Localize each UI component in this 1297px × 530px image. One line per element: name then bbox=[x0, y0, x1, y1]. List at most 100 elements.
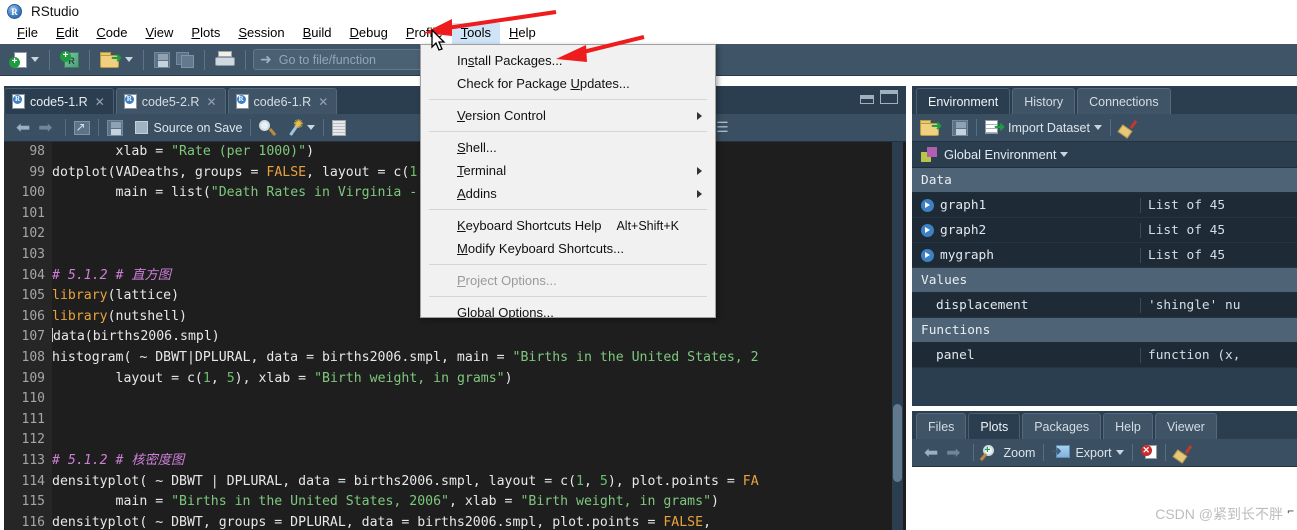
menu-item-check-for-package-updates[interactable]: Check for Package Updates... bbox=[421, 72, 715, 95]
chevron-down-icon[interactable] bbox=[1060, 152, 1069, 157]
zoom-icon[interactable]: + bbox=[979, 444, 998, 461]
code-line[interactable] bbox=[52, 430, 887, 451]
open-file-button[interactable]: ➜ bbox=[97, 48, 136, 72]
menu-plots[interactable]: Plots bbox=[182, 23, 229, 44]
new-project-button[interactable]: R + bbox=[57, 48, 82, 72]
menu-item-addins[interactable]: Addins bbox=[421, 182, 715, 205]
save-icon[interactable] bbox=[106, 119, 123, 136]
menu-file[interactable]: File bbox=[8, 23, 47, 44]
tab-viewer[interactable]: Viewer bbox=[1154, 413, 1217, 439]
close-icon[interactable]: ✕ bbox=[206, 95, 216, 109]
source-tab-code5-2-r[interactable]: code5-2.R ✕ bbox=[115, 88, 226, 114]
import-dataset-label[interactable]: Import Dataset bbox=[1008, 121, 1090, 135]
menu-edit[interactable]: Edit bbox=[47, 23, 87, 44]
environment-row[interactable]: graph2 List of 45 bbox=[912, 218, 1297, 243]
expand-icon[interactable] bbox=[921, 248, 934, 262]
load-workspace-icon[interactable]: ➜ bbox=[920, 119, 942, 136]
menu-build[interactable]: Build bbox=[294, 23, 341, 44]
source-tab-code5-1-r[interactable]: code5-1.R ✕ bbox=[4, 88, 114, 114]
menu-item-label: Install Packages... bbox=[457, 53, 563, 68]
menu-item-terminal[interactable]: Terminal bbox=[421, 159, 715, 182]
menu-debug[interactable]: Debug bbox=[341, 23, 397, 44]
menu-help[interactable]: Help bbox=[500, 23, 545, 44]
toolbar-separator bbox=[1109, 119, 1111, 136]
code-line[interactable]: histogram( ~ DBWT|DPLURAL, data = births… bbox=[52, 348, 887, 369]
code-line[interactable] bbox=[52, 389, 887, 410]
document-outline-icon[interactable]: ☰ bbox=[716, 119, 729, 136]
show-in-new-window-icon[interactable] bbox=[73, 120, 90, 135]
code-tools-icon[interactable]: ✺ bbox=[287, 118, 303, 136]
back-arrow-icon[interactable]: ⬅ bbox=[12, 119, 34, 136]
print-button[interactable] bbox=[212, 48, 238, 72]
environment-row[interactable]: mygraph List of 45 bbox=[912, 243, 1297, 268]
menu-item-modify-keyboard-shortcuts[interactable]: Modify Keyboard Shortcuts... bbox=[421, 237, 715, 260]
close-icon[interactable]: ✕ bbox=[318, 95, 328, 109]
menu-item-keyboard-shortcuts-help[interactable]: Keyboard Shortcuts Help Alt+Shift+K bbox=[421, 214, 715, 237]
save-button[interactable] bbox=[151, 48, 173, 72]
forward-arrow-icon[interactable]: ➡ bbox=[34, 119, 56, 136]
tab-history[interactable]: History bbox=[1012, 88, 1076, 114]
watermark: CSDN @紧到长不胖 bbox=[1155, 506, 1283, 522]
close-icon[interactable]: ✕ bbox=[95, 95, 105, 109]
tab-files[interactable]: Files bbox=[916, 413, 967, 439]
code-token: FALSE bbox=[663, 514, 704, 530]
menu-tools[interactable]: Tools bbox=[451, 23, 501, 44]
export-label[interactable]: Export bbox=[1075, 446, 1111, 460]
menu-view[interactable]: View bbox=[136, 23, 182, 44]
code-token: densityplot( ~ DBWT | DPLURAL, data = bi… bbox=[52, 473, 577, 489]
code-line[interactable]: densityplot( ~ DBWT | DPLURAL, data = bi… bbox=[52, 472, 887, 493]
tab-connections[interactable]: Connections bbox=[1077, 88, 1171, 114]
source-on-save-checkbox[interactable] bbox=[134, 121, 148, 134]
tab-help[interactable]: Help bbox=[1103, 413, 1153, 439]
source-on-save-label: Source on Save bbox=[153, 120, 243, 135]
code-token: library bbox=[52, 308, 108, 324]
tab-plots[interactable]: Plots bbox=[968, 413, 1021, 439]
environment-scope-selector[interactable]: Global Environment bbox=[912, 142, 1297, 168]
broom-icon[interactable] bbox=[1172, 444, 1192, 464]
code-line[interactable]: densityplot( ~ DBWT, groups = DPLURAL, d… bbox=[52, 513, 887, 530]
chevron-down-icon[interactable] bbox=[31, 57, 39, 62]
code-line[interactable]: main = "Births in the United States, 200… bbox=[52, 492, 887, 513]
compile-report-icon[interactable] bbox=[332, 119, 347, 136]
back-arrow-icon[interactable]: ⬅ bbox=[920, 444, 942, 461]
code-line[interactable]: # 5.1.2 # 核密度图 bbox=[52, 451, 887, 472]
export-icon[interactable]: ➜ bbox=[1051, 445, 1071, 460]
scrollbar-thumb[interactable] bbox=[893, 404, 902, 482]
chevron-down-icon[interactable] bbox=[1115, 450, 1124, 455]
chevron-down-icon[interactable] bbox=[125, 57, 133, 62]
environment-row[interactable]: displacement 'shingle' nu bbox=[912, 293, 1297, 318]
tab-packages[interactable]: Packages bbox=[1022, 413, 1102, 439]
expand-icon[interactable] bbox=[921, 198, 934, 212]
remove-plot-icon[interactable]: ✕ bbox=[1140, 445, 1157, 460]
new-file-button[interactable]: + bbox=[6, 48, 42, 72]
chevron-down-icon[interactable] bbox=[307, 125, 316, 130]
minimize-pane-icon[interactable] bbox=[860, 95, 874, 104]
chevron-down-icon[interactable] bbox=[1093, 125, 1102, 130]
code-line[interactable] bbox=[52, 410, 887, 431]
menu-session[interactable]: Session bbox=[229, 23, 293, 44]
source-tab-code6-1-r[interactable]: code6-1.R ✕ bbox=[227, 88, 338, 114]
menu-code[interactable]: Code bbox=[87, 23, 136, 44]
code-line[interactable]: data(births2006.smpl) bbox=[52, 327, 887, 348]
find-icon[interactable] bbox=[259, 119, 277, 136]
environment-row[interactable]: panel function (x, bbox=[912, 343, 1297, 368]
menu-item-shell[interactable]: Shell... bbox=[421, 136, 715, 159]
environment-row[interactable]: graph1 List of 45 bbox=[912, 193, 1297, 218]
tab-environment[interactable]: Environment bbox=[916, 88, 1011, 114]
zoom-label[interactable]: Zoom bbox=[1004, 446, 1036, 460]
code-token: ), plot.points = bbox=[607, 473, 743, 489]
editor-vertical-scrollbar[interactable] bbox=[892, 142, 903, 530]
menu-item-install-packages[interactable]: Install Packages... bbox=[421, 49, 715, 72]
import-dataset-icon[interactable]: ➜ bbox=[985, 120, 1005, 135]
maximize-pane-icon[interactable] bbox=[880, 90, 898, 104]
code-token: c( bbox=[393, 164, 410, 180]
forward-arrow-icon[interactable]: ➡ bbox=[942, 444, 964, 461]
save-workspace-icon[interactable] bbox=[952, 119, 968, 136]
menu-item-version-control[interactable]: Version Control bbox=[421, 104, 715, 127]
code-line[interactable]: layout = c(1, 5), xlab = "Birth weight, … bbox=[52, 369, 887, 390]
broom-icon[interactable] bbox=[1117, 119, 1138, 139]
save-all-button[interactable] bbox=[173, 48, 197, 72]
menu-item-global-options[interactable]: Global Options... bbox=[421, 301, 715, 324]
code-token: histogram( ~ DBWT|DPLURAL, data = births… bbox=[52, 349, 513, 365]
expand-icon[interactable] bbox=[921, 223, 934, 237]
